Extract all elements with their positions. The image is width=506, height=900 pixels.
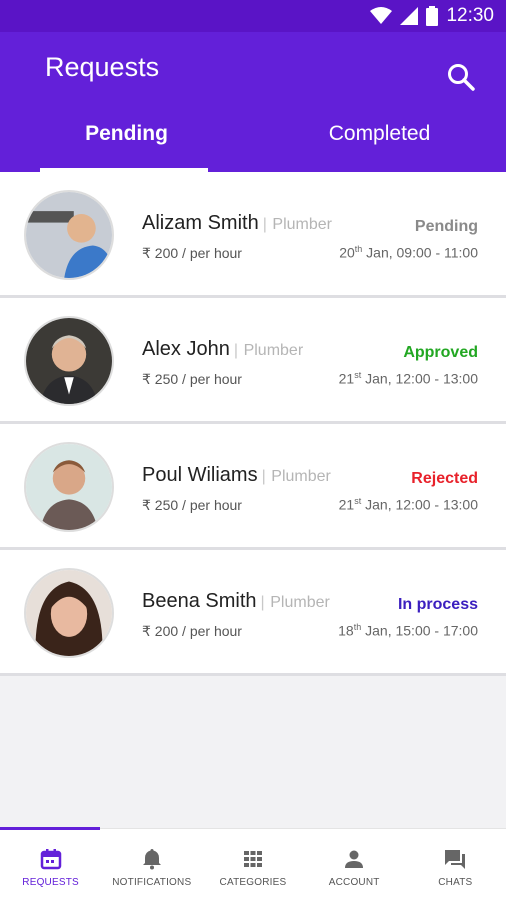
- provider-role: Plumber: [271, 468, 331, 485]
- tab-pending[interactable]: Pending: [0, 114, 253, 172]
- avatar: [24, 442, 114, 532]
- tab-label: Pending: [85, 122, 168, 145]
- calendar-icon: [40, 849, 61, 870]
- avatar: [24, 316, 114, 406]
- schedule-time: 21st Jan, 12:00 - 13:00: [338, 370, 478, 387]
- tab-label: Completed: [328, 122, 431, 145]
- status-badge: Rejected: [411, 470, 478, 487]
- provider-role: Plumber: [243, 342, 304, 359]
- tab-bar: Pending Completed: [0, 114, 506, 172]
- provider-role: Plumber: [272, 216, 332, 233]
- schedule-time: 20th Jan, 09:00 - 11:00: [339, 244, 478, 261]
- signal-icon: [400, 7, 419, 25]
- nav-categories[interactable]: CATEGORIES: [202, 829, 303, 900]
- app-bar: Requests Pending Completed: [0, 32, 506, 172]
- provider-name: Poul Wiliams | Plumber: [142, 464, 331, 486]
- request-card[interactable]: Beena Smith | Plumber ₹ 200 / per hour In…: [0, 550, 506, 676]
- nav-notifications[interactable]: NOTIFICATIONS: [101, 829, 202, 900]
- hourly-rate: ₹ 250 / per hour: [142, 371, 242, 387]
- battery-icon: [426, 6, 439, 26]
- request-list: Alizam Smith | Plumber ₹ 200 / per hour P…: [0, 172, 506, 676]
- grid-icon: [243, 851, 262, 867]
- request-card[interactable]: Alex John | Plumber ₹ 250 / per hour Appr…: [0, 298, 506, 424]
- request-card[interactable]: Poul Wiliams | Plumber ₹ 250 / per hour R…: [0, 424, 506, 550]
- schedule-time: 21st Jan, 12:00 - 13:00: [338, 496, 478, 513]
- nav-label: NOTIFICATIONS: [112, 877, 192, 888]
- wifi-icon: [370, 7, 393, 24]
- request-card[interactable]: Alizam Smith | Plumber ₹ 200 / per hour P…: [0, 172, 506, 298]
- nav-requests[interactable]: REQUESTS: [0, 827, 101, 900]
- status-badge: Approved: [403, 344, 478, 361]
- nav-label: ACCOUNT: [328, 877, 380, 888]
- provider-role: Plumber: [270, 594, 330, 611]
- tab-completed[interactable]: Completed: [253, 114, 506, 172]
- person-icon: [345, 850, 364, 868]
- hourly-rate: ₹ 250 / per hour: [142, 497, 242, 513]
- bottom-navigation: REQUESTS NOTIFICATIONS CATEGORIES ACCOUN…: [0, 827, 506, 900]
- page-title: Requests: [45, 52, 160, 82]
- nav-label: REQUESTS: [22, 877, 79, 888]
- status-bar: 12:30: [0, 0, 506, 32]
- provider-name: Beena Smith | Plumber: [142, 590, 330, 612]
- bell-icon: [142, 849, 161, 870]
- nav-chats[interactable]: CHATS: [405, 829, 506, 900]
- avatar: [24, 190, 114, 280]
- provider-name: Alex John | Plumber: [142, 338, 304, 360]
- hourly-rate: ₹ 200 / per hour: [142, 245, 242, 261]
- avatar: [24, 568, 114, 658]
- provider-name: Alizam Smith | Plumber: [142, 212, 332, 234]
- active-indicator: [0, 827, 100, 830]
- chat-icon: [445, 850, 466, 869]
- nav-label: CHATS: [438, 877, 473, 888]
- hourly-rate: ₹ 200 / per hour: [142, 623, 242, 639]
- status-badge: In process: [397, 596, 478, 613]
- nav-label: CATEGORIES: [219, 877, 287, 888]
- search-icon[interactable]: [446, 62, 476, 92]
- schedule-time: 18th Jan, 15:00 - 17:00: [338, 622, 478, 639]
- nav-account[interactable]: ACCOUNT: [304, 829, 405, 900]
- status-badge: Pending: [414, 218, 478, 235]
- clock: 12:30: [446, 5, 494, 26]
